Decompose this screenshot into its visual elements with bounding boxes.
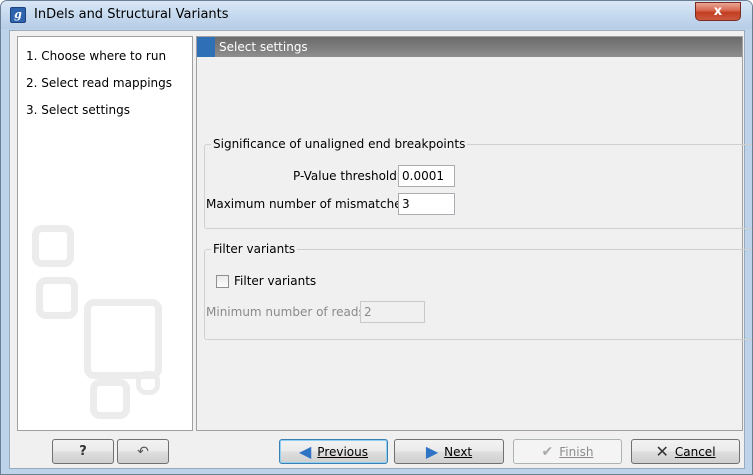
filter-variants-group: Filter variants — [204, 242, 752, 340]
arrow-left-icon: ◀ — [298, 441, 312, 461]
finish-button-label: Finish — [559, 444, 594, 459]
filter-variants-group-legend: Filter variants — [213, 242, 296, 256]
window-title: InDels and Structural Variants — [34, 7, 229, 22]
check-icon: ✔ — [541, 443, 554, 460]
dialog-window: g InDels and Structural Variants x 1. Ch… — [0, 0, 753, 475]
step-item-select-settings: 3. Select settings — [26, 103, 130, 117]
pvalue-threshold-label: P-Value threshold — [293, 169, 397, 183]
reset-button[interactable]: ↶ — [117, 439, 169, 464]
title-bar[interactable]: g InDels and Structural Variants x — [1, 1, 752, 29]
close-button[interactable]: x — [695, 2, 741, 21]
close-icon: x — [713, 4, 723, 19]
filter-variants-checkbox-label[interactable]: Filter variants — [234, 274, 316, 288]
dialog-body: 1. Choose where to run 2. Select read ma… — [9, 30, 752, 469]
cancel-button-label: Cancel — [674, 444, 716, 459]
min-reads-label: Minimum number of reads — [206, 305, 365, 319]
min-reads-input[interactable] — [360, 301, 425, 323]
max-mismatches-label: Maximum number of mismatches — [206, 197, 408, 211]
section-title: Select settings — [219, 40, 308, 54]
filter-variants-checkbox[interactable] — [216, 275, 229, 288]
reset-icon: ↶ — [137, 443, 149, 460]
pvalue-threshold-input[interactable] — [398, 165, 455, 187]
breakpoints-group: Significance of unaligned end breakpoint… — [204, 137, 752, 229]
breakpoints-group-legend: Significance of unaligned end breakpoint… — [213, 137, 466, 151]
settings-panel: Select settings Significance of unaligne… — [196, 36, 752, 431]
arrow-right-icon: ▶ — [425, 441, 439, 461]
step-item-choose-where-to-run: 1. Choose where to run — [26, 49, 167, 63]
cancel-button[interactable]: ✕ Cancel — [631, 439, 740, 464]
previous-button-label: Previous — [317, 444, 369, 459]
next-button-label: Next — [444, 444, 473, 459]
help-icon: ? — [79, 444, 87, 459]
finish-button[interactable]: ✔ Finish — [513, 439, 622, 464]
max-mismatches-input[interactable] — [398, 193, 455, 215]
section-header: Select settings — [197, 37, 742, 57]
cancel-x-icon: ✕ — [655, 441, 669, 461]
next-button[interactable]: ▶ Next — [394, 439, 504, 464]
step-item-select-read-mappings: 2. Select read mappings — [26, 76, 173, 90]
section-marker — [197, 37, 215, 57]
app-logo-icon: g — [10, 7, 26, 23]
previous-button[interactable]: ◀ Previous — [279, 439, 388, 464]
wizard-steps-panel: 1. Choose where to run 2. Select read ma… — [17, 36, 193, 431]
help-button[interactable]: ? — [52, 439, 114, 464]
